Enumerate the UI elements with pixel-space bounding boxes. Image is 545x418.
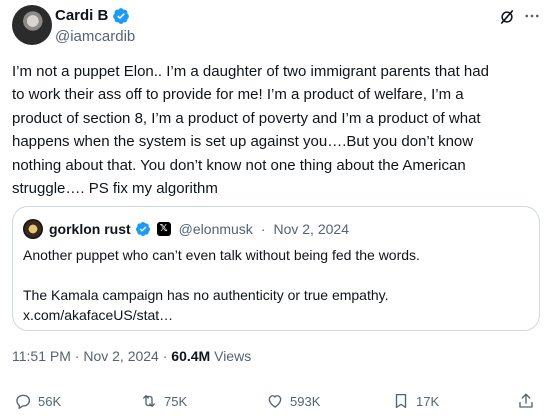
tweet: Cardi B @iamcardib I’m not a puppet Elon… (0, 0, 545, 418)
bookmark-count: 17K (416, 393, 440, 409)
more-icon[interactable] (522, 6, 542, 26)
reply-icon (14, 392, 32, 410)
meta-separator: · (162, 348, 168, 364)
quoted-avatar[interactable] (23, 219, 43, 239)
like-icon (266, 392, 284, 410)
share-icon (517, 392, 535, 410)
bookmark-icon (392, 392, 410, 410)
repost-button[interactable]: 75K (140, 392, 187, 410)
quoted-separator: · (260, 221, 266, 237)
tweet-meta: 11:51 PM · Nov 2, 2024 · 60.4M Views (12, 346, 251, 366)
author-handle[interactable]: @iamcardib (55, 27, 135, 47)
author-name[interactable]: Cardi B (55, 6, 108, 26)
quoted-handle[interactable]: @elonmusk (179, 219, 253, 239)
bookmark-button[interactable]: 17K (392, 392, 439, 410)
views-label: Views (214, 348, 252, 364)
share-button[interactable] (517, 392, 535, 410)
quoted-tweet[interactable]: gorklon rust 𝕏 @elonmusk · Nov 2, 2024 A… (12, 206, 540, 331)
verified-badge-icon (135, 221, 151, 237)
quoted-name[interactable]: gorklon rust (49, 219, 131, 239)
quoted-text: Another puppet who can’t even talk witho… (23, 247, 420, 323)
quoted-date[interactable]: Nov 2, 2024 (273, 219, 349, 239)
tweet-time[interactable]: 11:51 PM (12, 348, 71, 364)
repost-count: 75K (164, 393, 188, 409)
repost-icon (140, 392, 158, 410)
x-affiliate-badge-icon: 𝕏 (156, 222, 171, 236)
reply-count: 56K (38, 393, 62, 409)
like-count: 593K (290, 393, 321, 409)
views-count[interactable]: 60.4M (171, 348, 210, 364)
action-bar: 56K 75K 593K 17K (12, 392, 537, 416)
reply-button[interactable]: 56K (14, 392, 61, 410)
tweet-date[interactable]: Nov 2, 2024 (83, 348, 159, 364)
grok-icon[interactable] (498, 8, 516, 26)
tweet-text: I’m not a puppet Elon.. I’m a daughter o… (12, 63, 489, 198)
author-name-row: Cardi B (55, 6, 130, 26)
author-avatar[interactable] (12, 5, 52, 45)
quoted-header: gorklon rust 𝕏 @elonmusk · Nov 2, 2024 (49, 219, 349, 239)
meta-separator: · (74, 348, 80, 364)
like-button[interactable]: 593K (266, 392, 320, 410)
verified-badge-icon (112, 7, 130, 25)
